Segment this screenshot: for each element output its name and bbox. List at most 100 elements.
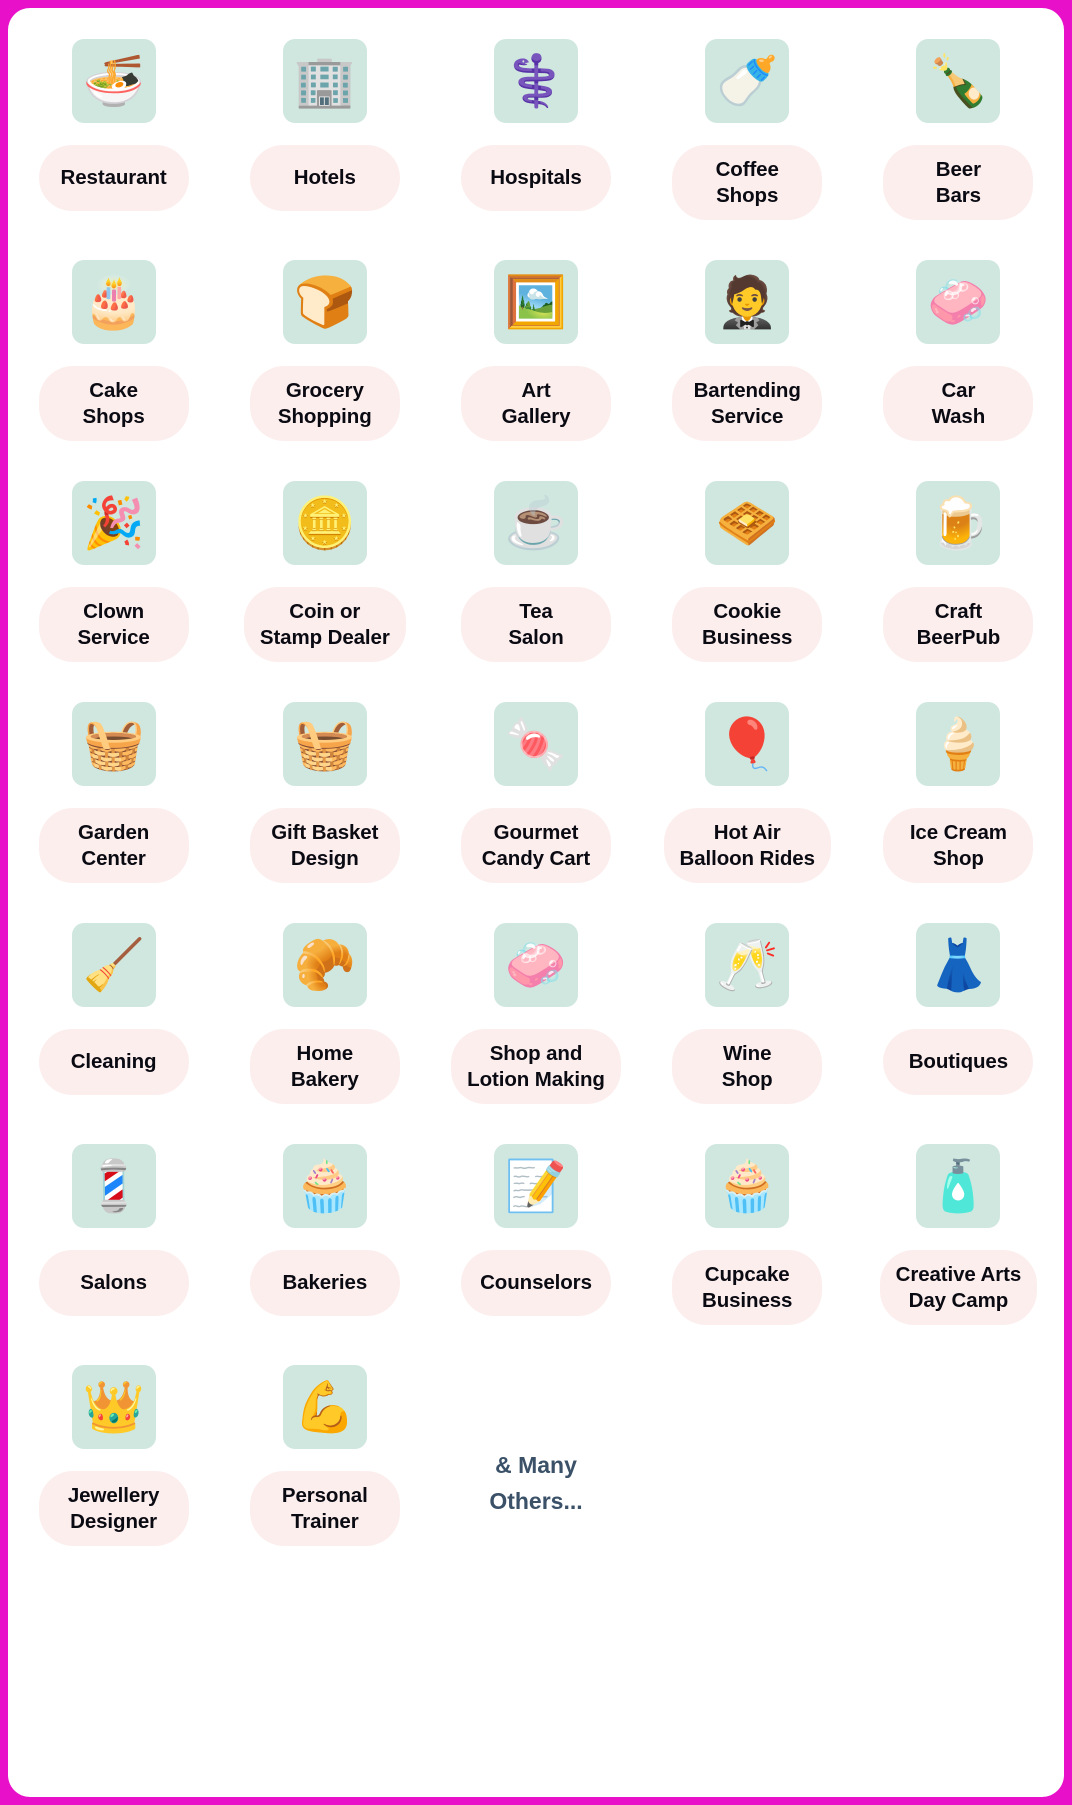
category-label-pill[interactable]: Bartending Service [672, 366, 823, 442]
category-item[interactable]: 🥂 Wine Shop [642, 906, 853, 1127]
category-label-pill[interactable]: Grocery Shopping [249, 366, 400, 442]
category-icon-tile: 🧹 [71, 923, 156, 1007]
category-item[interactable]: 💈 Salons [8, 1127, 219, 1348]
crown-sparkle-icon: 👑 [82, 1379, 145, 1435]
category-icon-tile: 🍼 [705, 39, 790, 123]
category-label-pill[interactable]: Art Gallery [460, 366, 611, 442]
category-label-pill[interactable]: Home Bakery [249, 1029, 400, 1105]
category-label-pill[interactable]: Salons [38, 1250, 189, 1316]
category-icon-tile: 👗 [916, 923, 1001, 1007]
category-item[interactable]: 🏢 Hotels [219, 22, 430, 243]
category-item[interactable]: 🍺 Craft BeerPub [853, 464, 1064, 685]
cracker-biscuits-icon: 🧇 [716, 495, 779, 551]
category-item[interactable]: 🍞 Grocery Shopping [219, 243, 430, 464]
spray-paint-icon: 🧴 [927, 1158, 990, 1214]
soap-bars-icon: 🧼 [504, 937, 568, 993]
category-item[interactable]: ☕ Tea Salon [430, 464, 641, 685]
category-label-pill[interactable]: Gourmet Candy Cart [460, 808, 611, 884]
category-label-pill[interactable]: Beer Bars [883, 145, 1034, 221]
category-label-pill[interactable]: Cake Shops [38, 366, 189, 442]
category-item[interactable]: 🍬 Gourmet Candy Cart [430, 685, 641, 906]
category-item[interactable]: 🪙 Coin or Stamp Dealer [219, 464, 430, 685]
category-label-pill[interactable]: Hot Air Balloon Rides [663, 808, 831, 884]
category-item[interactable]: 📝 Counselors [430, 1127, 641, 1348]
category-label-pill[interactable]: Bakeries [249, 1250, 400, 1316]
category-label-pill[interactable]: Coffee Shops [672, 145, 823, 221]
category-item[interactable]: 🍜 Restaurant [8, 22, 219, 243]
category-label-pill[interactable]: Cupcake Business [672, 1250, 823, 1326]
category-item[interactable]: 🧺 Garden Center [8, 685, 219, 906]
category-item[interactable]: 🍼 Coffee Shops [642, 22, 853, 243]
category-label-pill[interactable]: Creative Arts Day Camp [879, 1250, 1038, 1326]
category-icon-tile: 🪙 [282, 481, 367, 565]
category-label-pill[interactable]: Shop and Lotion Making [451, 1029, 621, 1105]
category-label-pill[interactable]: Cleaning [38, 1029, 189, 1095]
category-label-pill[interactable]: Ice Cream Shop [883, 808, 1034, 884]
category-label-pill[interactable]: Gift Basket Design [249, 808, 400, 884]
category-icon-tile: 🏢 [282, 39, 367, 123]
category-icon-tile: 🧇 [705, 481, 790, 565]
category-item[interactable]: 🧇 Cookie Business [642, 464, 853, 685]
category-item[interactable]: 🎂 Cake Shops [8, 243, 219, 464]
gift-basket-icon: 🧺 [293, 716, 356, 772]
category-icon-tile: 🍾 [916, 39, 1001, 123]
rolling-pin-dough-icon: 🥐 [293, 937, 356, 993]
category-item[interactable]: 💪 Personal Trainer [219, 1348, 430, 1569]
category-item[interactable]: 🧺 Gift Basket Design [219, 685, 430, 906]
category-label-pill[interactable]: Restaurant [38, 145, 189, 211]
category-item[interactable]: 🤵 Bartending Service [642, 243, 853, 464]
notepad-pen-icon: 📝 [504, 1158, 568, 1214]
office-buildings-icon: 🏢 [293, 53, 356, 109]
sparkling-glass-icon: 🧼 [927, 274, 990, 330]
category-icon-tile: 💪 [282, 1365, 367, 1449]
category-label-pill[interactable]: Coin or Stamp Dealer [243, 587, 406, 663]
category-label-pill[interactable]: Hospitals [460, 145, 611, 211]
bartender-person-icon: 🤵 [716, 274, 779, 330]
category-label-pill[interactable]: Counselors [460, 1250, 611, 1316]
category-icon-tile: 🥂 [705, 923, 790, 1007]
birthday-cake-icon: 🎂 [82, 274, 145, 330]
category-item[interactable]: 🎈 Hot Air Balloon Rides [642, 685, 853, 906]
category-icon-tile: 🎂 [71, 260, 156, 344]
category-icon-tile: 🧴 [916, 1144, 1001, 1228]
category-label-pill[interactable]: Cookie Business [672, 587, 823, 663]
category-item[interactable]: 🍦 Ice Cream Shop [853, 685, 1064, 906]
frosted-cupcake-icon: 🧁 [716, 1158, 779, 1214]
category-item[interactable]: 🧼 Car Wash [853, 243, 1064, 464]
many-others-text: & Many Others... [489, 1452, 583, 1514]
noodle-bowl-icon: 🍜 [82, 53, 145, 109]
category-item[interactable]: 🧼 Shop and Lotion Making [430, 906, 641, 1127]
category-item[interactable]: 👗 Boutiques [853, 906, 1064, 1127]
category-item[interactable]: 👑 Jewellery Designer [8, 1348, 219, 1569]
category-label-pill[interactable]: Jewellery Designer [38, 1471, 189, 1547]
category-icon-tile: 🧼 [493, 923, 578, 1007]
framed-picture-icon: 🖼️ [504, 274, 568, 330]
category-icon-tile: 🎉 [71, 481, 156, 565]
category-label-pill[interactable]: Garden Center [38, 808, 189, 884]
category-item[interactable]: ⚕️ Hospitals [430, 22, 641, 243]
category-label-pill[interactable]: Hotels [249, 145, 400, 211]
category-icon-tile: 🍞 [282, 260, 367, 344]
category-icon-tile: 🍬 [493, 702, 578, 786]
category-item[interactable]: 🧁 Cupcake Business [642, 1127, 853, 1348]
teacup-icon: ☕ [504, 495, 568, 551]
category-label-pill[interactable]: Clown Service [38, 587, 189, 663]
gold-coins-icon: 🪙 [293, 495, 356, 551]
beer-mug-icon: 🍺 [927, 495, 990, 551]
category-item[interactable]: 🍾 Beer Bars [853, 22, 1064, 243]
category-label-pill[interactable]: Wine Shop [672, 1029, 823, 1105]
category-item[interactable]: 🧁 Bakeries [219, 1127, 430, 1348]
category-item[interactable]: 🥐 Home Bakery [219, 906, 430, 1127]
category-item[interactable]: 🎉 Clown Service [8, 464, 219, 685]
category-label-pill[interactable]: Craft BeerPub [883, 587, 1034, 663]
category-item[interactable]: 🧴 Creative Arts Day Camp [853, 1127, 1064, 1348]
bread-loaf-icon: 🍞 [293, 274, 356, 330]
vacuum-cleaner-icon: 🧹 [82, 937, 145, 993]
category-label-pill[interactable]: Car Wash [883, 366, 1034, 442]
category-label-pill[interactable]: Personal Trainer [249, 1471, 400, 1547]
category-item[interactable]: 🖼️ Art Gallery [430, 243, 641, 464]
category-label-pill[interactable]: Boutiques [883, 1029, 1034, 1095]
category-label-pill[interactable]: Tea Salon [460, 587, 611, 663]
category-icon-tile: ☕ [493, 481, 578, 565]
category-item[interactable]: 🧹 Cleaning [8, 906, 219, 1127]
